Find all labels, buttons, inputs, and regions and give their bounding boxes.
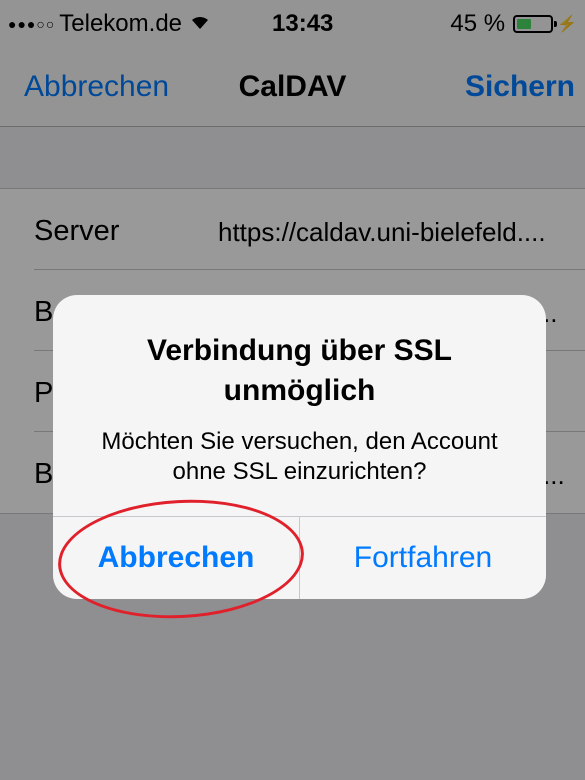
alert-button-row: Abbrechen Fortfahren bbox=[53, 516, 546, 599]
alert-cancel-button[interactable]: Abbrechen bbox=[53, 517, 300, 599]
alert-title: Verbindung über SSL unmöglich bbox=[146, 334, 453, 407]
alert-continue-button[interactable]: Fortfahren bbox=[300, 517, 546, 599]
ssl-alert-dialog: Verbindung über SSL unmöglich Möchten Si… bbox=[53, 295, 546, 599]
alert-message: Möchten Sie versuchen, den Account ohne … bbox=[101, 428, 498, 485]
